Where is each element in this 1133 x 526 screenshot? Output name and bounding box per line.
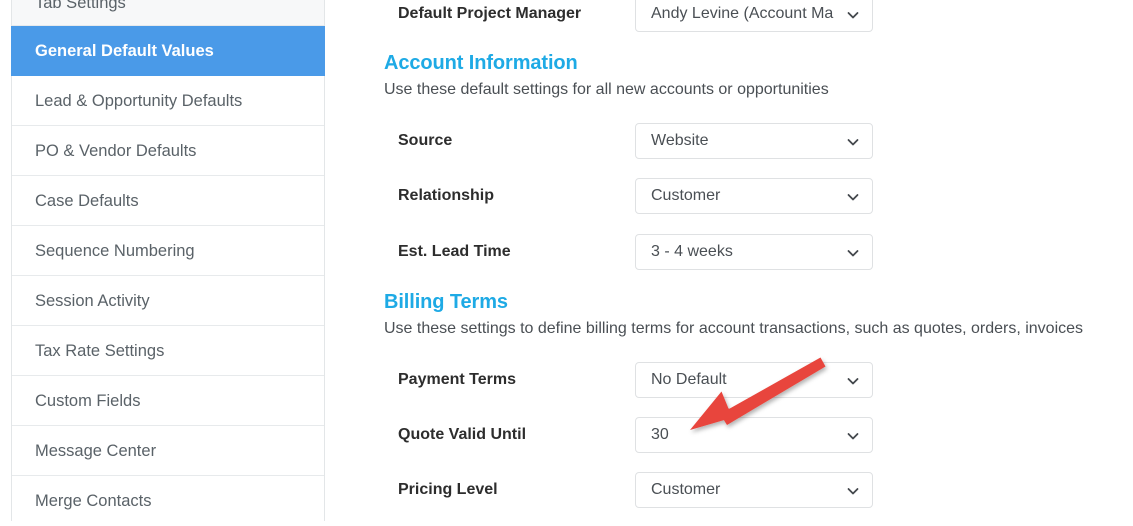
select-pricing-level[interactable]: Customer <box>635 472 873 508</box>
field-row-default-project-manager: Default Project Manager Andy Levine (Acc… <box>325 0 1133 32</box>
field-row-source: Source Website <box>325 123 1133 159</box>
chevron-down-icon <box>847 136 859 148</box>
sidebar-item-merge-contacts[interactable]: Merge Contacts <box>12 476 324 526</box>
sidebar-item-tax-rate-settings[interactable]: Tax Rate Settings <box>12 326 324 376</box>
chevron-down-icon <box>847 375 859 387</box>
select-value-source: Website <box>651 132 709 149</box>
sidebar-item-case-defaults[interactable]: Case Defaults <box>12 176 324 226</box>
field-label-relationship: Relationship <box>398 187 495 204</box>
sidebar-item-session-activity[interactable]: Session Activity <box>12 276 324 326</box>
sidebar-item-label: PO & Vendor Defaults <box>35 142 197 160</box>
field-row-pricing-level: Pricing Level Customer <box>325 472 1133 508</box>
sidebar-item-label: Custom Fields <box>35 392 141 410</box>
sidebar-item-label: Tax Rate Settings <box>35 342 165 360</box>
select-relationship[interactable]: Customer <box>635 178 873 214</box>
sidebar-item-label: Case Defaults <box>35 192 139 210</box>
chevron-down-icon <box>847 247 859 259</box>
section-subtitle-billing-terms: Use these settings to define billing ter… <box>384 320 1084 337</box>
sidebar-item-lead-opportunity-defaults[interactable]: Lead & Opportunity Defaults <box>12 76 324 126</box>
settings-main-panel: Default Project Manager Andy Levine (Acc… <box>325 0 1133 521</box>
sidebar-item-tab-settings[interactable]: Tab Settings <box>12 0 324 26</box>
sidebar-item-label: Lead & Opportunity Defaults <box>35 92 243 110</box>
settings-sidebar: Tab Settings General Default Values Lead… <box>11 0 325 526</box>
sidebar-item-label: Merge Contacts <box>35 492 152 510</box>
field-label-payment-terms: Payment Terms <box>398 371 516 388</box>
sidebar-item-general-default-values[interactable]: General Default Values <box>11 26 325 76</box>
select-default-project-manager[interactable]: Andy Levine (Account Ma <box>635 0 873 32</box>
field-label-pricing-level: Pricing Level <box>398 481 498 498</box>
sidebar-item-label: Tab Settings <box>35 0 126 12</box>
sidebar-item-label: General Default Values <box>35 42 214 60</box>
field-row-quote-valid-until: Quote Valid Until 30 <box>325 417 1133 453</box>
chevron-down-icon <box>847 485 859 497</box>
select-value-relationship: Customer <box>651 187 721 204</box>
chevron-down-icon <box>847 430 859 442</box>
field-label-default-project-manager: Default Project Manager <box>398 5 582 22</box>
field-label-quote-valid-until: Quote Valid Until <box>398 426 527 443</box>
sidebar-item-label: Message Center <box>35 442 157 460</box>
chevron-down-icon <box>847 191 859 203</box>
sidebar-item-po-vendor-defaults[interactable]: PO & Vendor Defaults <box>12 126 324 176</box>
section-heading-billing-terms: Billing Terms <box>384 291 508 313</box>
select-quote-valid-until[interactable]: 30 <box>635 417 873 453</box>
sidebar-item-message-center[interactable]: Message Center <box>12 426 324 476</box>
field-label-source: Source <box>398 132 453 149</box>
section-heading-account-information: Account Information <box>384 52 578 74</box>
sidebar-item-label: Sequence Numbering <box>35 242 195 260</box>
select-value-quote-valid-until: 30 <box>651 426 669 443</box>
section-subtitle-account-information: Use these default settings for all new a… <box>384 81 829 98</box>
select-source[interactable]: Website <box>635 123 873 159</box>
field-row-payment-terms: Payment Terms No Default <box>325 362 1133 398</box>
select-value-pricing-level: Customer <box>651 481 721 498</box>
sidebar-item-custom-fields[interactable]: Custom Fields <box>12 376 324 426</box>
sidebar-item-label: Session Activity <box>35 292 150 310</box>
select-est-lead-time[interactable]: 3 - 4 weeks <box>635 234 873 270</box>
field-label-est-lead-time: Est. Lead Time <box>398 243 511 260</box>
select-value-payment-terms: No Default <box>651 371 727 388</box>
chevron-down-icon <box>847 9 859 21</box>
select-value-default-project-manager: Andy Levine (Account Ma <box>651 5 834 22</box>
select-value-est-lead-time: 3 - 4 weeks <box>651 243 733 260</box>
select-payment-terms[interactable]: No Default <box>635 362 873 398</box>
sidebar-item-sequence-numbering[interactable]: Sequence Numbering <box>12 226 324 276</box>
settings-page: Tab Settings General Default Values Lead… <box>0 0 1133 526</box>
field-row-est-lead-time: Est. Lead Time 3 - 4 weeks <box>325 234 1133 270</box>
field-row-relationship: Relationship Customer <box>325 178 1133 214</box>
